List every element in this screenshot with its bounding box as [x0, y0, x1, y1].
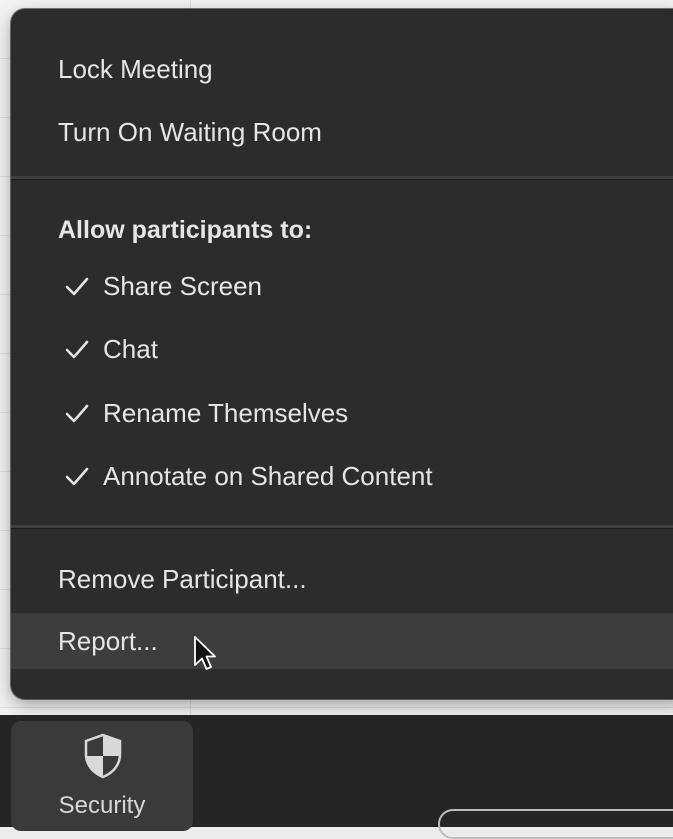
share-screen-item[interactable]: Share Screen [11, 258, 673, 314]
checkmark-icon [65, 404, 89, 423]
remove-participant-label: Remove Participant... [58, 564, 307, 594]
waiting-room-item[interactable]: Turn On Waiting Room [11, 104, 673, 160]
checkmark-icon [65, 467, 89, 486]
annotate-shared-content-label: Annotate on Shared Content [103, 461, 433, 491]
lock-meeting-label: Lock Meeting [58, 54, 213, 84]
checkmark-icon [65, 277, 89, 296]
toolbar-pill-control[interactable] [438, 809, 673, 839]
mouse-pointer-icon [194, 636, 216, 670]
share-screen-label: Share Screen [103, 271, 262, 301]
menu-separator [11, 176, 673, 180]
annotate-shared-content-item[interactable]: Annotate on Shared Content [11, 448, 673, 504]
rename-themselves-label: Rename Themselves [103, 398, 349, 428]
chat-label: Chat [103, 334, 158, 364]
shield-icon [84, 733, 122, 779]
report-item[interactable]: Report... [11, 613, 673, 669]
lock-meeting-item[interactable]: Lock Meeting [11, 41, 673, 97]
report-label: Report... [58, 626, 158, 656]
security-label: Security [58, 792, 146, 819]
chat-item[interactable]: Chat [11, 321, 673, 377]
security-menu: Lock Meeting Turn On Waiting Room Allow … [11, 9, 673, 699]
menu-separator [11, 525, 673, 529]
security-button[interactable]: Security [11, 721, 193, 831]
allow-participants-heading: Allow participants to: [58, 216, 313, 244]
checkmark-icon [65, 340, 89, 359]
rename-themselves-item[interactable]: Rename Themselves [11, 385, 673, 441]
remove-participant-item[interactable]: Remove Participant... [11, 551, 673, 607]
meeting-toolbar: Security [0, 715, 673, 839]
waiting-room-label: Turn On Waiting Room [58, 117, 322, 147]
